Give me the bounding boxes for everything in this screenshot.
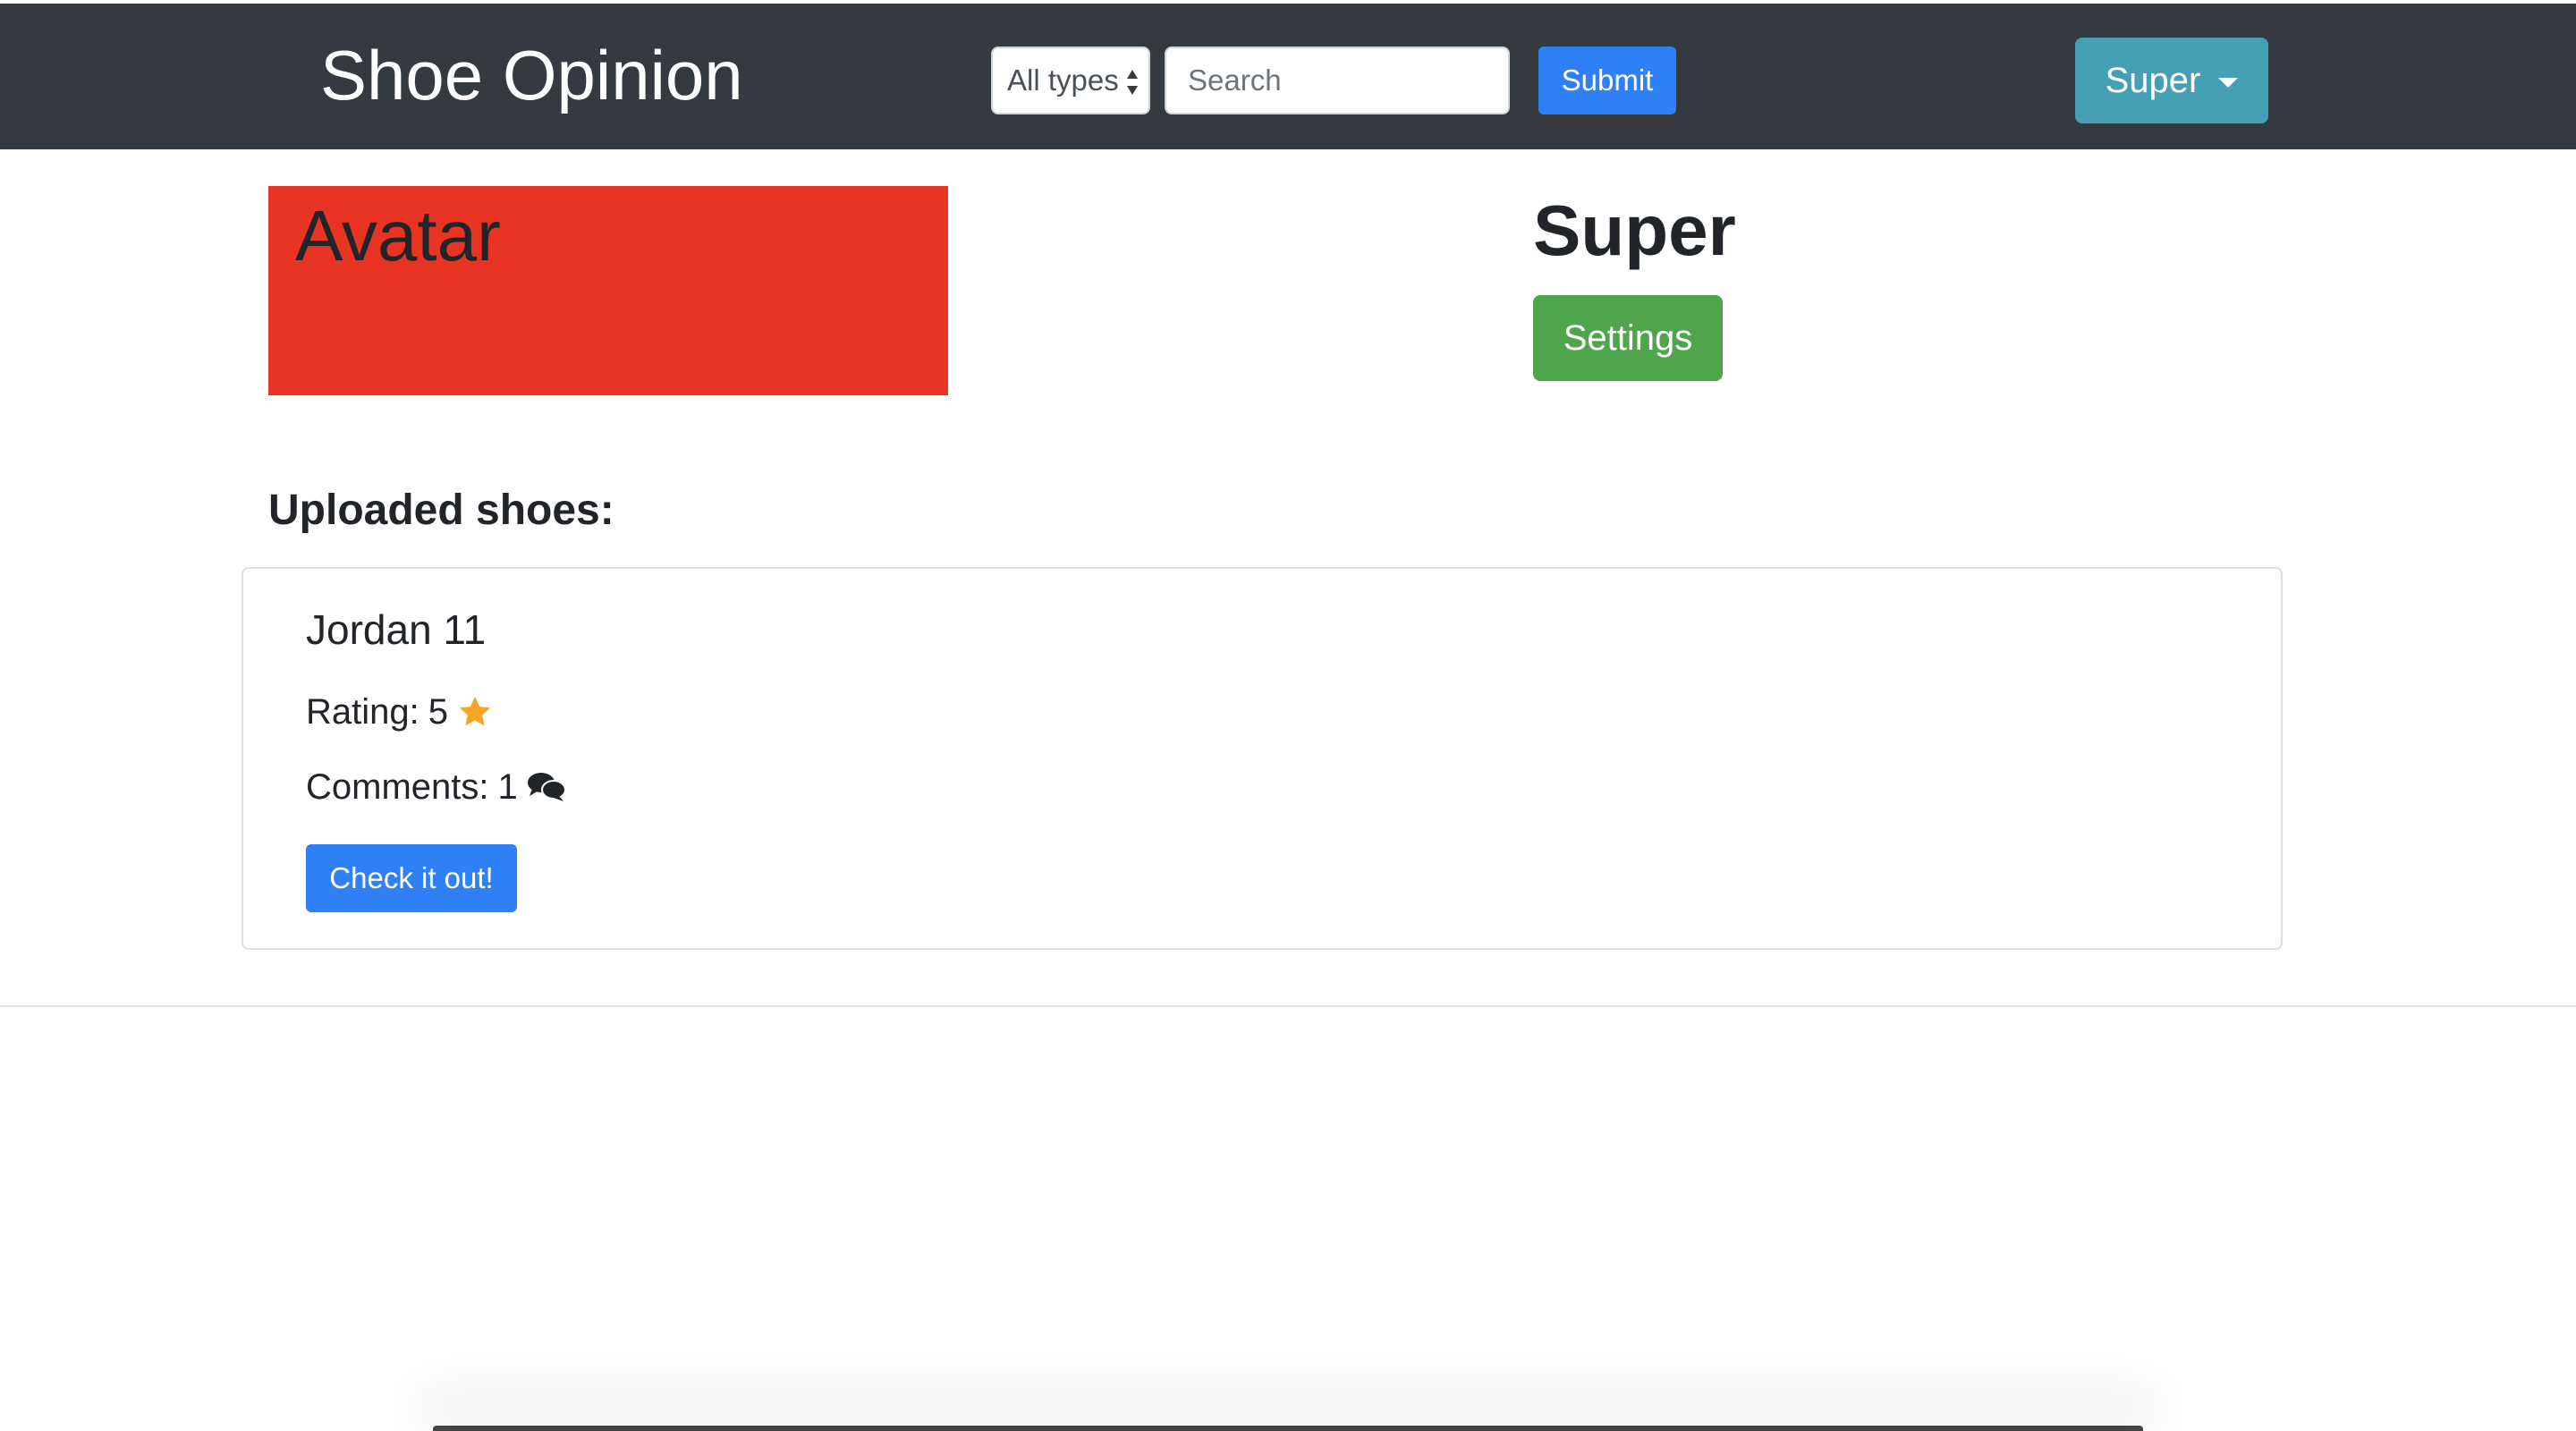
- comments-value: 1: [497, 767, 518, 807]
- rating-value: 5: [428, 692, 448, 732]
- search-input[interactable]: [1165, 47, 1510, 114]
- comments-icon: [527, 771, 566, 803]
- page: Shoe Opinion All types Submit Super Avat…: [0, 0, 2576, 1431]
- avatar-label: Avatar: [295, 196, 501, 275]
- window-edge: [433, 1426, 2143, 1431]
- settings-button[interactable]: Settings: [1533, 295, 1723, 381]
- brand-title[interactable]: Shoe Opinion: [320, 34, 743, 116]
- check-it-out-button[interactable]: Check it out!: [306, 844, 517, 912]
- type-filter-select[interactable]: All types: [991, 47, 1150, 114]
- shoe-comments: Comments: 1: [306, 764, 566, 810]
- select-arrows-icon: [1127, 70, 1138, 95]
- uploaded-shoes-heading: Uploaded shoes:: [268, 487, 614, 534]
- user-menu-label: Super: [2105, 60, 2201, 100]
- caret-down-icon: [2218, 77, 2239, 88]
- shoe-card: Jordan 11 Rating: 5 Comments: 1 Check it…: [242, 567, 2283, 950]
- submit-button[interactable]: Submit: [1538, 47, 1676, 114]
- shoe-rating: Rating: 5: [306, 689, 493, 735]
- profile-username: Super: [1533, 191, 1736, 270]
- footer-divider: [0, 1005, 2576, 1007]
- user-menu-dropdown[interactable]: Super: [2075, 38, 2268, 123]
- comments-label: Comments:: [306, 767, 489, 807]
- type-filter-value: All types: [1007, 64, 1119, 97]
- rating-label: Rating:: [306, 692, 419, 732]
- navbar: Shoe Opinion All types Submit Super: [0, 4, 2576, 149]
- star-icon: [457, 694, 493, 730]
- avatar: Avatar: [268, 186, 948, 395]
- shoe-name: Jordan 11: [306, 606, 487, 653]
